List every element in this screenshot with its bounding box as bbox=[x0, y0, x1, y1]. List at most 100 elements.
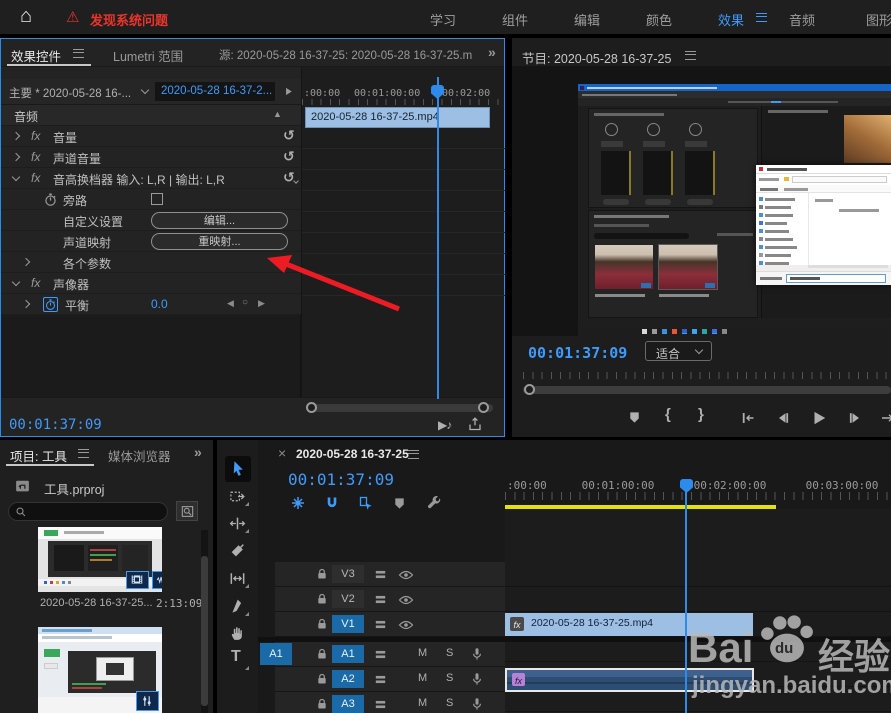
workspace-effects-active[interactable]: 效果 bbox=[718, 10, 744, 29]
slip-tool-icon[interactable] bbox=[229, 570, 246, 587]
sync-lock-icon[interactable] bbox=[373, 617, 388, 632]
pen-tool-icon[interactable] bbox=[229, 598, 246, 615]
tab-media-browser[interactable]: 媒体浏览器 bbox=[108, 446, 171, 465]
fit-dropdown[interactable]: 适合 bbox=[645, 341, 712, 361]
mute-button[interactable]: M bbox=[418, 647, 427, 659]
program-scrubber-handle[interactable] bbox=[524, 384, 535, 395]
snap-magnet-icon[interactable] bbox=[324, 495, 340, 511]
ecp-scrollbar-track[interactable] bbox=[309, 404, 493, 412]
workspace-editing[interactable]: 编辑 bbox=[574, 10, 600, 29]
source-patch-a1[interactable]: A1 bbox=[260, 643, 292, 665]
lock-icon[interactable] bbox=[315, 672, 329, 686]
lock-icon[interactable] bbox=[315, 567, 329, 581]
workspace-assembly[interactable]: 组件 bbox=[502, 10, 528, 29]
voiceover-mic-icon[interactable] bbox=[469, 671, 485, 687]
twirl-down-icon[interactable] bbox=[12, 278, 20, 286]
bypass-checkbox[interactable] bbox=[151, 193, 163, 205]
track-label-a3[interactable]: A3 bbox=[332, 695, 364, 713]
edit-button[interactable]: 编辑... bbox=[151, 212, 288, 229]
add-marker-icon[interactable] bbox=[627, 410, 642, 425]
effect-channel-volume-label[interactable]: 声道音量 bbox=[53, 150, 101, 167]
track-label-a2[interactable]: A2 bbox=[332, 670, 364, 688]
razor-tool-icon[interactable] bbox=[229, 542, 246, 559]
reset-effect-icon[interactable]: ↺ bbox=[283, 148, 295, 165]
program-ruler-ticks[interactable] bbox=[523, 372, 891, 379]
sync-lock-icon[interactable] bbox=[373, 592, 388, 607]
program-panel-menu-icon[interactable] bbox=[685, 51, 696, 60]
chevron-down-icon[interactable] bbox=[141, 86, 149, 94]
workspace-audio[interactable]: 音频 bbox=[789, 10, 815, 29]
ecp-scrollbar-handle-left[interactable] bbox=[306, 402, 317, 413]
bin-up-icon[interactable] bbox=[14, 477, 31, 494]
show-timeline-icon[interactable] bbox=[282, 85, 295, 98]
effect-pitch-shifter-label[interactable]: 音高换档器 输入: L,R | 输出: L,R bbox=[53, 171, 225, 188]
program-monitor-title[interactable]: 节目: 2020-05-28 16-37-25 bbox=[522, 48, 671, 67]
go-to-in-icon[interactable] bbox=[740, 410, 756, 426]
mute-button[interactable]: M bbox=[418, 672, 427, 684]
collapse-section-icon[interactable]: ▲ bbox=[273, 109, 282, 119]
stopwatch-icon-active[interactable] bbox=[43, 297, 58, 312]
mark-in-icon[interactable]: { bbox=[665, 406, 671, 423]
effect-volume-label[interactable]: 音量 bbox=[53, 129, 77, 146]
export-frame-icon[interactable] bbox=[467, 416, 483, 432]
ecp-section-audio[interactable]: 音频 ▲ bbox=[1, 105, 301, 126]
audio-badge[interactable] bbox=[152, 571, 162, 589]
ecp-scrollbar-handle-right[interactable] bbox=[478, 402, 489, 413]
project-bin-name[interactable]: 工具.prproj bbox=[44, 479, 104, 498]
voiceover-mic-icon[interactable] bbox=[469, 646, 485, 662]
clip-name-box[interactable]: 2020-05-28 16-37-2... bbox=[155, 82, 275, 101]
play-icon[interactable] bbox=[810, 409, 828, 427]
timeline-tab-close-icon[interactable]: × bbox=[278, 445, 286, 461]
extract-icon[interactable] bbox=[880, 410, 891, 426]
individual-params-label[interactable]: 各个参数 bbox=[63, 255, 111, 272]
tab-effect-controls[interactable]: 效果控件 bbox=[11, 46, 61, 65]
timeline-tab[interactable]: 2020-05-28 16-37-25 bbox=[296, 447, 409, 461]
tab-lumetri-scopes[interactable]: Lumetri 范围 bbox=[113, 46, 183, 65]
solo-button[interactable]: S bbox=[446, 647, 453, 659]
toggle-track-eye-icon[interactable] bbox=[398, 617, 414, 633]
twirl-right-icon[interactable] bbox=[12, 153, 20, 161]
panel-overflow-icon[interactable]: » bbox=[488, 44, 496, 60]
track-label-v3[interactable]: V3 bbox=[332, 565, 364, 583]
mark-out-icon[interactable]: } bbox=[698, 406, 704, 423]
video-badge[interactable] bbox=[126, 571, 149, 589]
hand-tool-icon[interactable] bbox=[229, 625, 246, 642]
nest-sequence-icon[interactable] bbox=[290, 495, 306, 511]
step-back-icon[interactable] bbox=[775, 410, 791, 426]
twirl-right-icon[interactable] bbox=[22, 300, 30, 308]
ecp-playhead-line[interactable] bbox=[437, 77, 439, 399]
warning-icon[interactable]: ⚠ bbox=[66, 8, 79, 26]
project-search-box[interactable] bbox=[8, 502, 168, 521]
sync-lock-icon[interactable] bbox=[373, 672, 388, 687]
workspace-graphics[interactable]: 图形 bbox=[866, 10, 891, 29]
panel-overflow-icon[interactable]: » bbox=[194, 444, 202, 460]
track-label-a1[interactable]: A1 bbox=[332, 645, 364, 663]
twirl-down-icon[interactable] bbox=[12, 173, 20, 181]
toggle-track-eye-icon[interactable] bbox=[398, 592, 414, 608]
program-scrubber-track[interactable] bbox=[523, 386, 891, 394]
balance-value[interactable]: 0.0 bbox=[151, 297, 168, 311]
program-timecode[interactable]: 00:01:37:09 bbox=[528, 344, 627, 362]
solo-button[interactable]: S bbox=[446, 672, 453, 684]
timeline-ruler[interactable]: :00:00 00:01:00:00 00:02:00:00 00:03:00:… bbox=[505, 477, 891, 500]
lock-icon[interactable] bbox=[315, 617, 329, 631]
track-select-forward-tool-icon[interactable] bbox=[229, 488, 246, 505]
effect-panner-label[interactable]: 声像器 bbox=[53, 276, 89, 293]
toggle-track-eye-icon[interactable] bbox=[398, 567, 414, 583]
timeline-settings-wrench-icon[interactable] bbox=[426, 495, 442, 511]
reset-effect-icon[interactable]: ↺ bbox=[283, 127, 295, 144]
mute-button[interactable]: M bbox=[418, 697, 427, 709]
workspace-learning[interactable]: 学习 bbox=[430, 10, 456, 29]
nudge-left-icon[interactable]: ◀ bbox=[227, 298, 234, 309]
project-item-name[interactable]: 2020-05-28 16-37-25... bbox=[40, 597, 153, 609]
sync-lock-icon[interactable] bbox=[373, 567, 388, 582]
master-clip-label[interactable]: 主要 * 2020-05-28 16-... bbox=[9, 85, 131, 101]
workspace-effects-menu-icon[interactable] bbox=[756, 13, 767, 22]
lock-icon[interactable] bbox=[315, 697, 329, 711]
project-item-thumbnail[interactable] bbox=[38, 627, 162, 713]
ripple-edit-tool-icon[interactable] bbox=[229, 515, 246, 532]
project-item-thumbnail[interactable] bbox=[38, 527, 162, 592]
workspace-color[interactable]: 颜色 bbox=[646, 10, 672, 29]
timeline-timecode[interactable]: 00:01:37:09 bbox=[288, 470, 394, 489]
home-icon[interactable]: ⌂ bbox=[20, 5, 32, 28]
